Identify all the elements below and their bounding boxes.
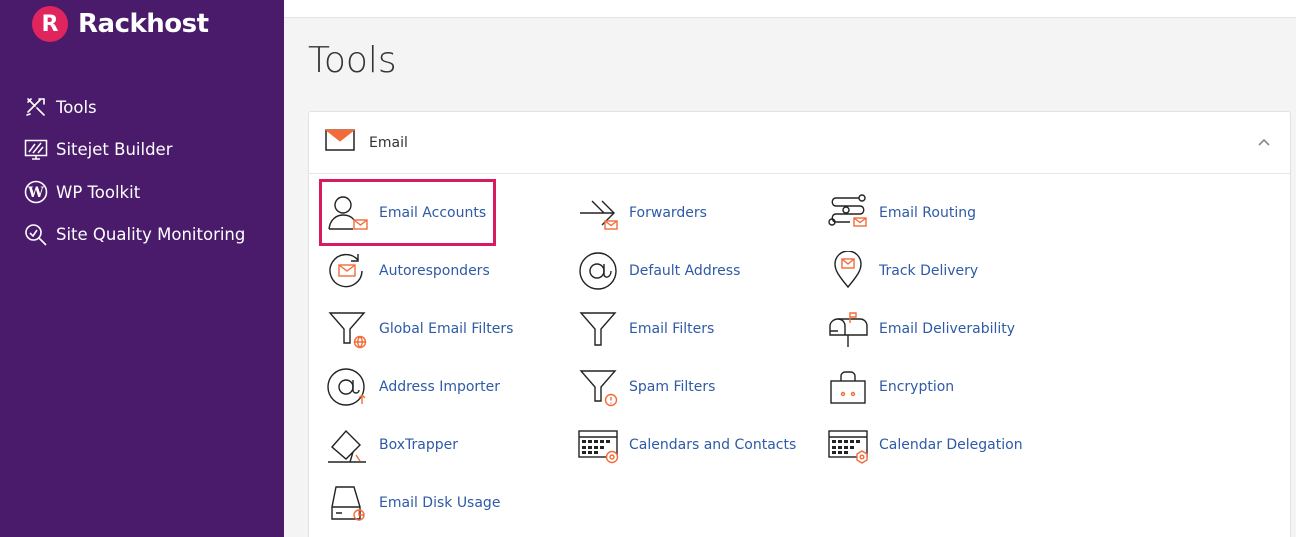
encryption-icon	[824, 364, 872, 410]
panel-title: Email	[369, 134, 408, 151]
tool-label: Email Routing	[879, 205, 976, 221]
at-sign-icon	[574, 248, 622, 294]
tool-label: Calendar Delegation	[879, 437, 1023, 453]
svg-text:W: W	[27, 185, 44, 201]
autoresponders-icon	[324, 248, 372, 294]
mailbox-icon	[824, 306, 872, 352]
spam-filter-icon	[574, 364, 622, 410]
tool-label: Address Importer	[379, 379, 501, 395]
global-filter-icon	[324, 306, 372, 352]
tool-label: Track Delivery	[879, 263, 979, 279]
tool-label: Email Accounts	[379, 205, 487, 221]
monitor-icon	[24, 138, 48, 162]
chevron-up-icon[interactable]	[1256, 134, 1272, 150]
tool-label: Email Disk Usage	[379, 495, 501, 511]
envelope-icon	[324, 129, 356, 156]
sidebar-item-site-quality[interactable]: Site Quality Monitoring	[24, 214, 245, 257]
tool-track-delivery[interactable]: Track Delivery	[824, 246, 978, 296]
tool-default-address[interactable]: Default Address	[574, 246, 740, 296]
page-title: Tools	[308, 40, 397, 81]
logo-text: Rackhost	[78, 9, 209, 39]
top-bar	[284, 0, 1296, 18]
tool-boxtrapper[interactable]: BoxTrapper	[324, 420, 458, 470]
tool-email-routing[interactable]: Email Routing	[824, 188, 976, 238]
sidebar-item-sitejet[interactable]: Sitejet Builder	[24, 129, 245, 172]
disk-usage-icon	[324, 480, 372, 526]
sidebar-nav: Tools Sitejet Builder W WP Toolkit Site …	[24, 86, 245, 256]
tool-label: Encryption	[879, 379, 955, 395]
tool-email-accounts[interactable]: Email Accounts	[324, 188, 486, 238]
tool-label: Calendars and Contacts	[629, 437, 797, 453]
tool-label: Forwarders	[629, 205, 707, 221]
email-panel-header[interactable]: Email	[309, 112, 1290, 174]
filter-icon	[574, 306, 622, 352]
calendar-delegation-icon	[824, 422, 872, 468]
tool-calendar-delegation[interactable]: Calendar Delegation	[824, 420, 1023, 470]
tool-address-importer[interactable]: Address Importer	[324, 362, 500, 412]
tool-autoresponders[interactable]: Autoresponders	[324, 246, 490, 296]
tool-label: Autoresponders	[379, 263, 490, 279]
calendar-contacts-icon	[574, 422, 622, 468]
tool-label: Email Deliverability	[879, 321, 1016, 337]
tool-spam-filters[interactable]: Spam Filters	[574, 362, 715, 412]
sidebar-item-tools[interactable]: Tools	[24, 86, 245, 129]
email-routing-icon	[824, 190, 872, 236]
magnifier-icon	[24, 223, 48, 247]
tool-label: Email Filters	[629, 321, 715, 337]
sidebar-item-label: WP Toolkit	[56, 182, 141, 202]
tools-icon	[24, 95, 48, 119]
brand-logo[interactable]: R Rackhost	[32, 5, 209, 43]
sidebar: R Rackhost Tools Sitejet Builder W WP To…	[0, 0, 284, 537]
logo-mark: R	[32, 6, 68, 42]
tool-encryption[interactable]: Encryption	[824, 362, 954, 412]
tool-label: Global Email Filters	[379, 321, 514, 337]
sidebar-item-label: Site Quality Monitoring	[56, 225, 246, 245]
location-pin-icon	[824, 248, 872, 294]
sidebar-item-wp-toolkit[interactable]: W WP Toolkit	[24, 171, 245, 214]
tool-email-deliverability[interactable]: Email Deliverability	[824, 304, 1015, 354]
tool-email-filters[interactable]: Email Filters	[574, 304, 714, 354]
tool-label: BoxTrapper	[379, 437, 458, 453]
email-accounts-icon	[324, 190, 372, 236]
boxtrapper-icon	[324, 422, 372, 468]
tool-global-email-filters[interactable]: Global Email Filters	[324, 304, 513, 354]
tool-forwarders[interactable]: Forwarders	[574, 188, 707, 238]
tool-email-disk-usage[interactable]: Email Disk Usage	[324, 478, 500, 528]
tool-calendars-contacts[interactable]: Calendars and Contacts	[574, 420, 796, 470]
wordpress-icon: W	[24, 180, 48, 204]
tool-label: Default Address	[629, 263, 741, 279]
sidebar-item-label: Sitejet Builder	[56, 140, 173, 160]
tool-label: Spam Filters	[629, 379, 716, 395]
sidebar-item-label: Tools	[56, 97, 97, 117]
forwarders-icon	[574, 190, 622, 236]
address-importer-icon	[324, 364, 372, 410]
